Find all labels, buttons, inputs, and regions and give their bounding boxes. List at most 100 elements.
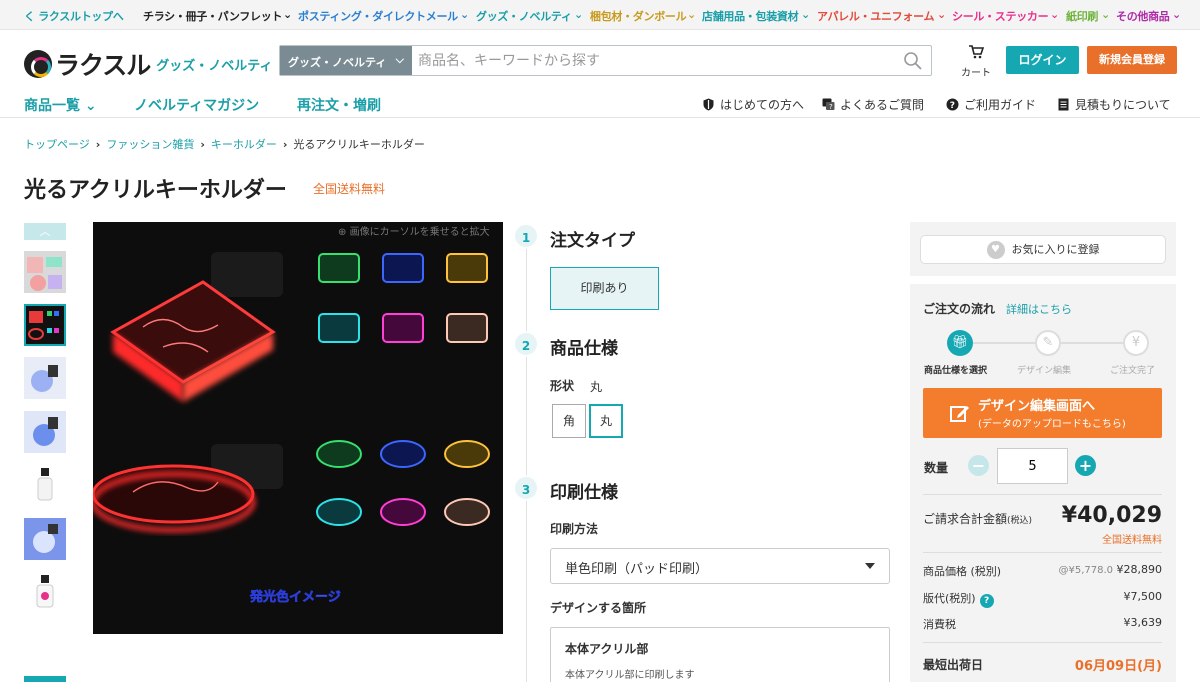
edit-icon — [950, 406, 969, 422]
chevron-down-icon: ⌄ — [84, 98, 97, 114]
image-caption: 発光色イメージ — [250, 590, 341, 606]
quantity-input[interactable] — [997, 448, 1068, 484]
flow-step-label-3: ご注文完了 — [1110, 366, 1156, 376]
category-link-apparel[interactable]: アパレル・ユニフォーム — [817, 8, 934, 24]
category-link-top[interactable]: く ラクスルトップへ — [24, 8, 124, 24]
category-link-packaging[interactable]: 梱包材・ダンボール — [590, 8, 687, 24]
thumbnail-image — [37, 468, 53, 501]
yen-icon: ¥ — [1123, 330, 1149, 356]
quantity-increment-button[interactable]: + — [1075, 455, 1096, 476]
favorite-button[interactable]: ♥ お気に入りに登録 — [920, 235, 1166, 264]
nav-reorder[interactable]: 再注文・増刷 — [297, 95, 381, 115]
caret-down-icon — [865, 563, 875, 569]
price-row-label: 消費税 — [923, 618, 956, 631]
cart-button[interactable]: カート — [956, 45, 996, 79]
chevron-down-icon: ⌄ — [687, 8, 696, 21]
thumbnail-6[interactable] — [24, 518, 66, 560]
category-link-posting[interactable]: ポスティング・ダイレクトメール — [298, 8, 458, 24]
design-editor-button-sublabel: (データのアップロードもこちら) — [978, 419, 1126, 430]
thumbnail-3[interactable] — [24, 357, 66, 399]
thumbnail-scroll-up-button[interactable]: ︿ — [24, 223, 66, 240]
help-link-guide[interactable]: ? ご利用ガイド — [946, 96, 1036, 113]
cart-label: カート — [961, 68, 991, 79]
breadcrumb-link-top[interactable]: トップページ — [24, 138, 90, 151]
total-amount: ¥40,029 — [1061, 503, 1162, 528]
thumbnail-5[interactable] — [24, 464, 66, 506]
print-method-label: 印刷方法 — [550, 522, 599, 536]
quantity-decrement-button[interactable]: − — [968, 455, 989, 476]
category-link-store[interactable]: 店舗用品・包装資材 — [702, 8, 799, 24]
thumbnail-7[interactable] — [24, 571, 66, 613]
price-row-amount: ¥7,500 — [1123, 590, 1163, 603]
category-link-sticker[interactable]: シール・ステッカー — [952, 8, 1049, 24]
search-input[interactable] — [418, 50, 888, 71]
category-link-paper[interactable]: 紙印刷 — [1066, 8, 1098, 24]
print-method-value: 単色印刷（パッド印刷） — [565, 562, 709, 577]
thumbnail-image — [31, 365, 58, 392]
category-link-goods[interactable]: グッズ・ノベルティ — [476, 8, 572, 24]
step-number-2: 2 — [513, 331, 539, 357]
svg-text:?: ? — [950, 101, 955, 111]
chevron-down-icon: ⌄ — [801, 8, 810, 21]
shape-option-round[interactable]: 丸 — [589, 404, 623, 438]
login-button[interactable]: ログイン — [1006, 46, 1079, 74]
search-category-select[interactable]: グッズ・ノベルティ ⌵ — [280, 46, 412, 75]
logo-mark-icon — [24, 50, 52, 78]
help-link-label: よくあるご質問 — [840, 98, 925, 112]
site-logo[interactable]: ラクスル グッズ・ノベルティ — [24, 46, 273, 82]
pen-icon: ✎ — [1035, 330, 1061, 356]
design-editor-button[interactable]: デザイン編集画面へ (データのアップロードもこちら) — [923, 388, 1162, 438]
signup-button[interactable]: 新規会員登録 — [1087, 46, 1177, 74]
design-area-option[interactable]: 本体アクリル部 本体アクリル部に印刷します — [550, 627, 890, 682]
help-link-estimate[interactable]: 見積もりについて — [1057, 96, 1171, 113]
nav-product-list-label: 商品一覧 — [24, 98, 80, 114]
help-link-beginners[interactable]: はじめての方へ — [702, 96, 804, 113]
price-row-amount: ¥28,890 — [1116, 563, 1163, 576]
search-bar: グッズ・ノベルティ ⌵ — [279, 45, 932, 76]
shape-option-square[interactable]: 角 — [552, 404, 586, 438]
chevron-up-icon: ︿ — [39, 225, 51, 238]
price-row-amount: ¥3,639 — [1123, 616, 1163, 629]
step-number-3: 3 — [513, 475, 539, 501]
search-icon[interactable] — [903, 51, 923, 71]
category-bar: く ラクスルトップへ チラシ・冊子・パンフレット ⌄ ポスティング・ダイレクトメー… — [0, 0, 1200, 30]
thumbnail-1[interactable] — [24, 251, 66, 293]
thumbnail-2[interactable] — [24, 304, 66, 346]
thumbnail-scroll-down-button[interactable] — [24, 676, 66, 682]
search-category-label: グッズ・ノベルティ — [288, 56, 387, 69]
faq-icon: ? — [822, 98, 835, 111]
order-flow-detail-link[interactable]: 詳細はこちら — [1006, 301, 1072, 317]
price-row-tax: 消費税 ¥3,639 — [923, 616, 1163, 631]
total-tax-note: (税込) — [1007, 516, 1033, 526]
shield-icon — [703, 98, 714, 111]
order-type-option-print[interactable]: 印刷あり — [550, 267, 659, 310]
thumbnail-image — [28, 311, 59, 340]
print-method-select[interactable]: 単色印刷（パッド印刷） — [550, 548, 890, 584]
price-row-label: 商品価格 (税別) — [923, 565, 1002, 578]
price-row-value: @¥5,778.0 ¥28,890 — [1058, 563, 1162, 576]
nav-novelty-magazine[interactable]: ノベルティマガジン — [134, 95, 259, 115]
page-title: 光るアクリルキーホルダー — [24, 178, 287, 203]
total-free-shipping: 全国送料無料 — [1102, 535, 1162, 546]
help-badge-icon[interactable]: ? — [979, 594, 994, 608]
thumbnail-image — [27, 257, 62, 291]
logo-subtitle: グッズ・ノベルティ — [156, 58, 273, 74]
category-link-flyer[interactable]: チラシ・冊子・パンフレット — [143, 8, 282, 24]
nav-product-list[interactable]: 商品一覧 ⌄ — [24, 95, 97, 115]
shape-label: 形状 — [550, 379, 575, 393]
total-label-text: ご請求合計金額 — [923, 512, 1008, 526]
thumbnail-image — [24, 518, 66, 560]
price-row-label: 版代(税別)? — [923, 590, 994, 608]
category-link-other[interactable]: その他商品 — [1116, 8, 1170, 24]
help-link-faq[interactable]: ? よくあるご質問 — [822, 96, 924, 113]
main-product-image[interactable] — [93, 222, 503, 634]
chevron-down-icon: ⌄ — [937, 8, 946, 21]
breadcrumb-link-keychain[interactable]: キーホルダー — [211, 138, 277, 151]
favorite-label: お気に入りに登録 — [1011, 243, 1100, 256]
help-link-label: 見積もりについて — [1075, 98, 1171, 112]
breadcrumb-link-fashion[interactable]: ファッション雑貨 — [106, 138, 194, 151]
free-shipping-badge: 全国送料無料 — [313, 182, 386, 196]
flow-step-label-2: デザイン編集 — [1017, 366, 1072, 376]
chevron-right-icon: › — [200, 138, 205, 151]
thumbnail-4[interactable] — [24, 411, 66, 453]
